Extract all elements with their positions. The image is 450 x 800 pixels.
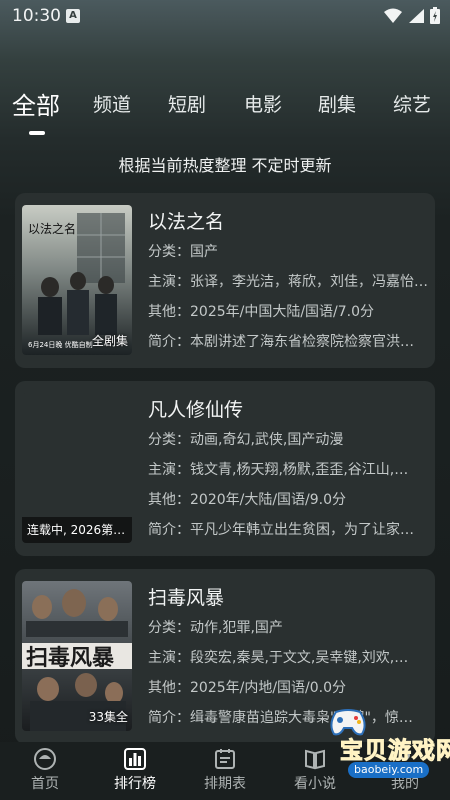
- item-title: 凡人修仙传: [148, 399, 244, 421]
- poster-caption: 6月24日晚 优酷自制: [28, 340, 93, 349]
- tab-variety[interactable]: 综艺: [393, 90, 431, 117]
- item-intro: 简介：平凡少年韩立出生贫困，为了让家…: [148, 522, 414, 538]
- item-title: 以法之名: [148, 211, 225, 233]
- item-other: 其他：2020年/大陆/国语/9.0分: [148, 492, 347, 508]
- item-cast: 主演：钱文青,杨天翔,杨默,歪歪,谷江山,…: [148, 462, 409, 478]
- watermark-url: baobeiy.com: [348, 762, 430, 778]
- item-other: 其他：2025年/内地/国语/0.0分: [148, 680, 347, 696]
- home-icon: [34, 748, 56, 770]
- item-cast: 主演：张译，李光洁，蒋欣，刘佳，冯嘉怡…: [148, 274, 428, 290]
- tab-series[interactable]: 剧集: [318, 90, 356, 117]
- episode-badge: 全剧集: [91, 334, 128, 348]
- ranking-subtitle: 根据当前热度整理 不定时更新: [118, 156, 332, 175]
- calendar-icon: [215, 749, 235, 769]
- tab-channel[interactable]: 频道: [93, 90, 131, 117]
- tab-movie[interactable]: 电影: [244, 90, 282, 117]
- item-other: 其他：2025年/中国大陆/国语/7.0分: [148, 304, 375, 320]
- nav-home[interactable]: 首页: [0, 742, 90, 800]
- notification-icon: A: [66, 9, 80, 23]
- tab-all[interactable]: 全部: [12, 86, 60, 121]
- nav-label: 排期表: [204, 776, 246, 792]
- item-category: 分类：动作,犯罪,国产: [148, 620, 283, 636]
- item-category: 分类：国产: [148, 244, 218, 260]
- item-intro: 简介：本剧讲述了海东省检察院检察官洪…: [148, 334, 414, 350]
- signal-icon: [409, 8, 424, 23]
- nav-label: 首页: [31, 776, 59, 792]
- item-category: 分类：动画,奇幻,武侠,国产动漫: [148, 432, 344, 448]
- item-cast: 主演：段奕宏,秦昊,于文文,吴幸键,刘欢,…: [148, 650, 409, 666]
- tab-short-drama[interactable]: 短剧: [168, 90, 206, 117]
- ranking-icon: [124, 748, 146, 770]
- wifi-icon: [384, 8, 402, 23]
- watermark: 宝贝游戏网 baobeiy.com: [322, 700, 450, 800]
- category-tabs: 全部 频道 短剧 电影 剧集 综艺: [0, 90, 450, 140]
- episode-badge: 连载中, 2026第…: [22, 517, 132, 543]
- status-bar: 10:30 A: [0, 0, 450, 32]
- ranking-card[interactable]: 连载中, 2026第… 凡人修仙传 分类：动画,奇幻,武侠,国产动漫 主演：钱文…: [15, 381, 435, 556]
- tab-indicator: [29, 131, 45, 135]
- item-title: 扫毒风暴: [148, 587, 225, 609]
- watermark-text: 宝贝游戏网: [340, 738, 450, 765]
- status-icons: [384, 7, 440, 24]
- poster-image: 扫毒风暴 33集全: [22, 581, 132, 731]
- poster-title: 扫毒风暴: [26, 645, 115, 671]
- poster-image: 连载中, 2026第…: [22, 393, 132, 543]
- battery-icon: [430, 7, 440, 24]
- ranking-card[interactable]: 以法之名 6月24日晚 优酷自制 全剧集 以法之名 分类：国产 主演：张译，李光…: [15, 193, 435, 368]
- poster-title: 以法之名: [28, 221, 76, 236]
- nav-ranking[interactable]: 排行榜: [90, 742, 180, 800]
- poster-image: 以法之名 6月24日晚 优酷自制 全剧集: [22, 205, 132, 355]
- status-time: 10:30: [12, 6, 61, 26]
- nav-label: 排行榜: [114, 776, 156, 792]
- nav-schedule[interactable]: 排期表: [180, 742, 270, 800]
- episode-badge: 33集全: [88, 710, 128, 724]
